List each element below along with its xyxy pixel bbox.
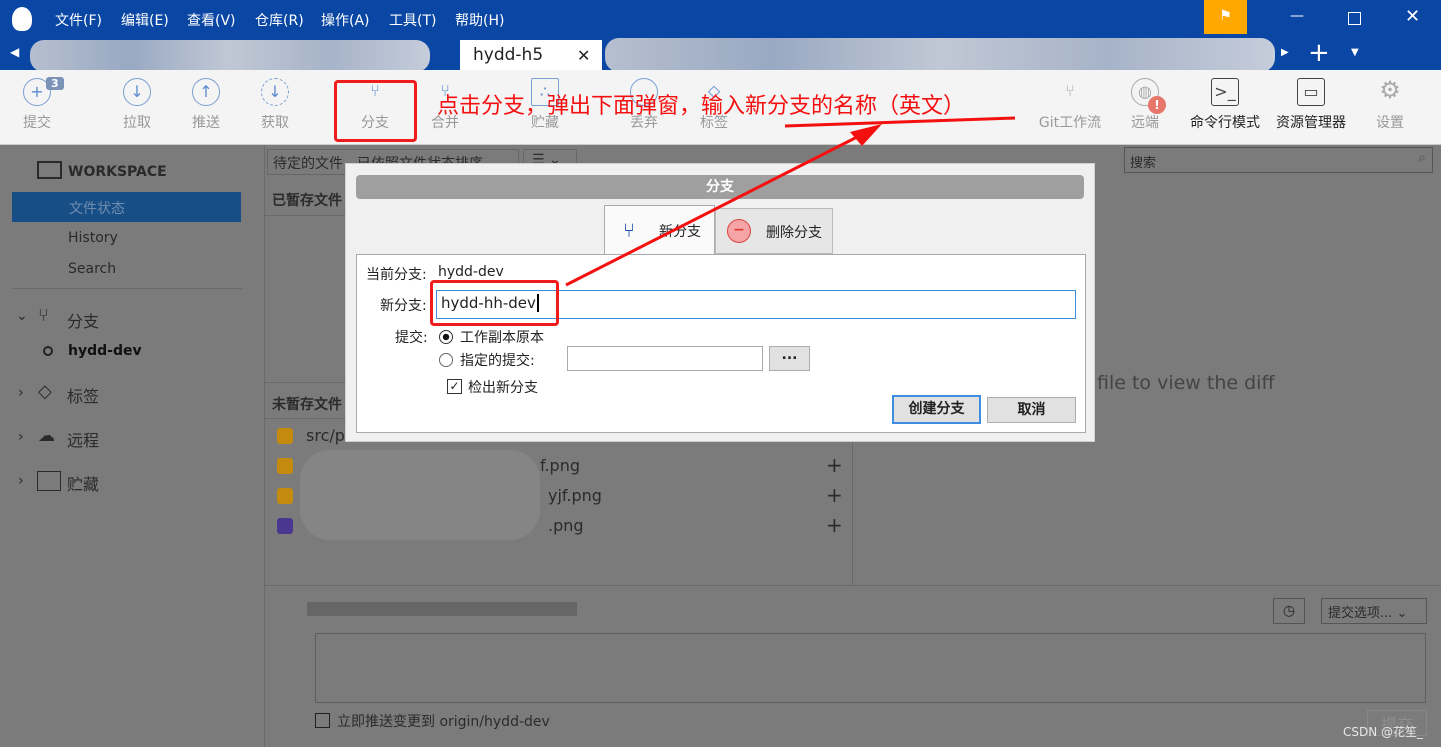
annotation-arrow [565, 116, 1016, 287]
watermark: CSDN @花笙_ [1343, 725, 1424, 739]
